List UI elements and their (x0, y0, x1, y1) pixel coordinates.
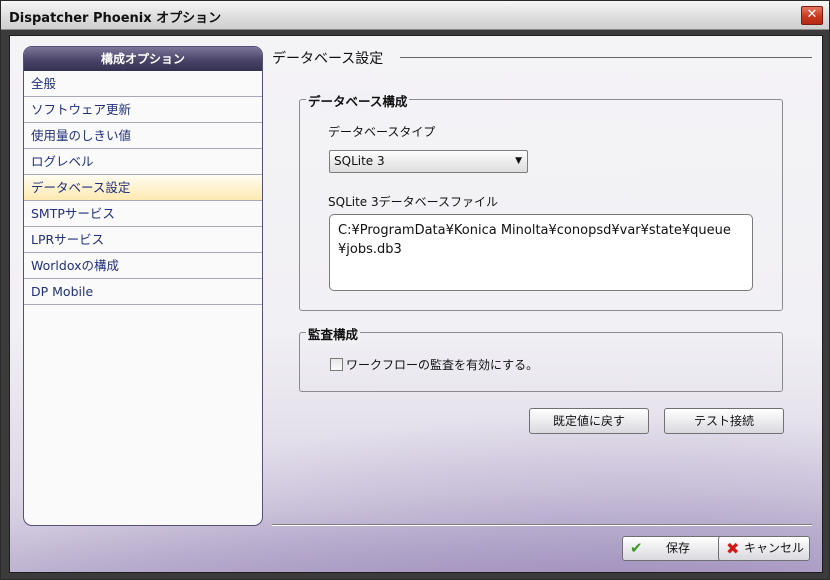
section-title: データベース設定 (272, 51, 384, 67)
footer-divider (272, 524, 812, 526)
sidebar: 構成オプション 全般 ソフトウェア更新 使用量のしきい値 ログレベル データベー… (23, 46, 263, 526)
options-dialog: Dispatcher Phoenix オプション ✕ 構成オプション 全般 ソフ… (0, 0, 830, 580)
database-config-group: データベース構成 データベースタイプ SQLite 3 ▼ SQLite 3デー… (299, 91, 783, 311)
database-config-legend: データベース構成 (306, 91, 410, 110)
audit-config-legend: 監査構成 (306, 324, 361, 343)
sidebar-header: 構成オプション (24, 47, 262, 71)
sidebar-item-dp-mobile[interactable]: DP Mobile (24, 279, 262, 305)
database-type-value: SQLite 3 (334, 154, 385, 168)
sidebar-item-database-settings[interactable]: データベース設定 (24, 175, 262, 201)
sidebar-item-worldox[interactable]: Worldoxの構成 (24, 253, 262, 279)
save-button[interactable]: ✔ 保存 (622, 536, 726, 561)
close-button[interactable]: ✕ (801, 6, 823, 25)
sidebar-item-software-update[interactable]: ソフトウェア更新 (24, 97, 262, 123)
sidebar-item-smtp-service[interactable]: SMTPサービス (24, 201, 262, 227)
checkmark-icon: ✔ (630, 539, 643, 557)
sidebar-item-log-level[interactable]: ログレベル (24, 149, 262, 175)
cancel-label: キャンセル (743, 541, 804, 555)
enable-audit-checkbox[interactable] (330, 358, 343, 371)
dialog-content: 構成オプション 全般 ソフトウェア更新 使用量のしきい値 ログレベル データベー… (9, 35, 823, 573)
restore-defaults-button[interactable]: 既定値に戻す (529, 408, 649, 434)
test-connection-label: テスト接続 (693, 414, 754, 428)
title-bar[interactable]: Dispatcher Phoenix オプション ✕ (1, 1, 829, 30)
window-title: Dispatcher Phoenix オプション (9, 11, 222, 26)
cancel-button[interactable]: ✖ キャンセル (718, 536, 810, 561)
database-file-label: SQLite 3データベースファイル (328, 195, 499, 209)
audit-config-group: 監査構成 ワークフローの監査を有効にする。 (299, 324, 783, 392)
sidebar-item-general[interactable]: 全般 (24, 71, 262, 97)
chevron-down-icon: ▼ (515, 156, 522, 166)
database-type-select[interactable]: SQLite 3 ▼ (329, 150, 528, 173)
save-label: 保存 (665, 541, 690, 555)
database-type-label: データベースタイプ (328, 125, 436, 139)
sidebar-item-usage-threshold[interactable]: 使用量のしきい値 (24, 123, 262, 149)
enable-audit-label[interactable]: ワークフローの監査を有効にする。 (346, 356, 538, 373)
test-connection-button[interactable]: テスト接続 (664, 408, 784, 434)
restore-defaults-label: 既定値に戻す (552, 414, 625, 428)
close-icon: ✕ (806, 7, 818, 22)
x-icon: ✖ (726, 539, 740, 558)
database-file-field[interactable]: C:¥ProgramData¥Konica Minolta¥conopsd¥va… (329, 214, 753, 291)
sidebar-item-lpr-service[interactable]: LPRサービス (24, 227, 262, 253)
